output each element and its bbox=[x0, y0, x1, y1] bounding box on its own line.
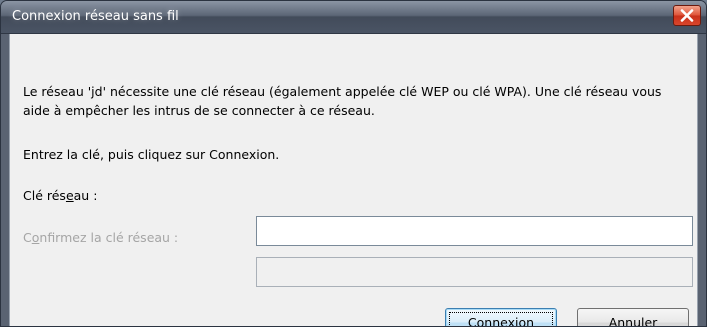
network-key-message: Le réseau 'jd' nécessite une clé réseau … bbox=[23, 84, 662, 118]
cancel-button[interactable]: Annuler bbox=[577, 308, 689, 327]
connect-label-rest: onnexion bbox=[476, 315, 535, 327]
network-key-label: Clé réseau : bbox=[23, 188, 97, 203]
network-key-label-part: Clé rés bbox=[23, 188, 66, 203]
title-bar[interactable]: Connexion réseau sans fil bbox=[1, 1, 706, 34]
network-key-label-part: au : bbox=[73, 188, 98, 203]
confirm-key-input[interactable] bbox=[256, 257, 693, 287]
wireless-connection-dialog: Connexion réseau sans fil Le réseau 'jd'… bbox=[0, 0, 707, 327]
connect-button[interactable]: Connexion bbox=[445, 308, 557, 327]
dialog-body: Le réseau 'jd' nécessite une clé réseau … bbox=[9, 34, 698, 326]
connect-accel-letter: C bbox=[467, 315, 477, 327]
close-icon bbox=[680, 9, 694, 22]
network-key-label-accel: e bbox=[65, 188, 74, 203]
close-button[interactable] bbox=[673, 5, 701, 26]
confirm-key-label: Confirmez la clé réseau : bbox=[23, 230, 178, 245]
confirm-key-label-part: nfirmez la clé réseau : bbox=[39, 230, 179, 245]
instruction-text: Entrez la clé, puis cliquez sur Connexio… bbox=[23, 147, 280, 162]
network-key-input[interactable] bbox=[256, 216, 693, 246]
confirm-key-label-part: C bbox=[23, 230, 32, 245]
cancel-button-label: Annuler bbox=[608, 315, 658, 327]
window-title: Connexion réseau sans fil bbox=[12, 9, 179, 24]
connect-button-label: Connexion bbox=[467, 315, 535, 327]
